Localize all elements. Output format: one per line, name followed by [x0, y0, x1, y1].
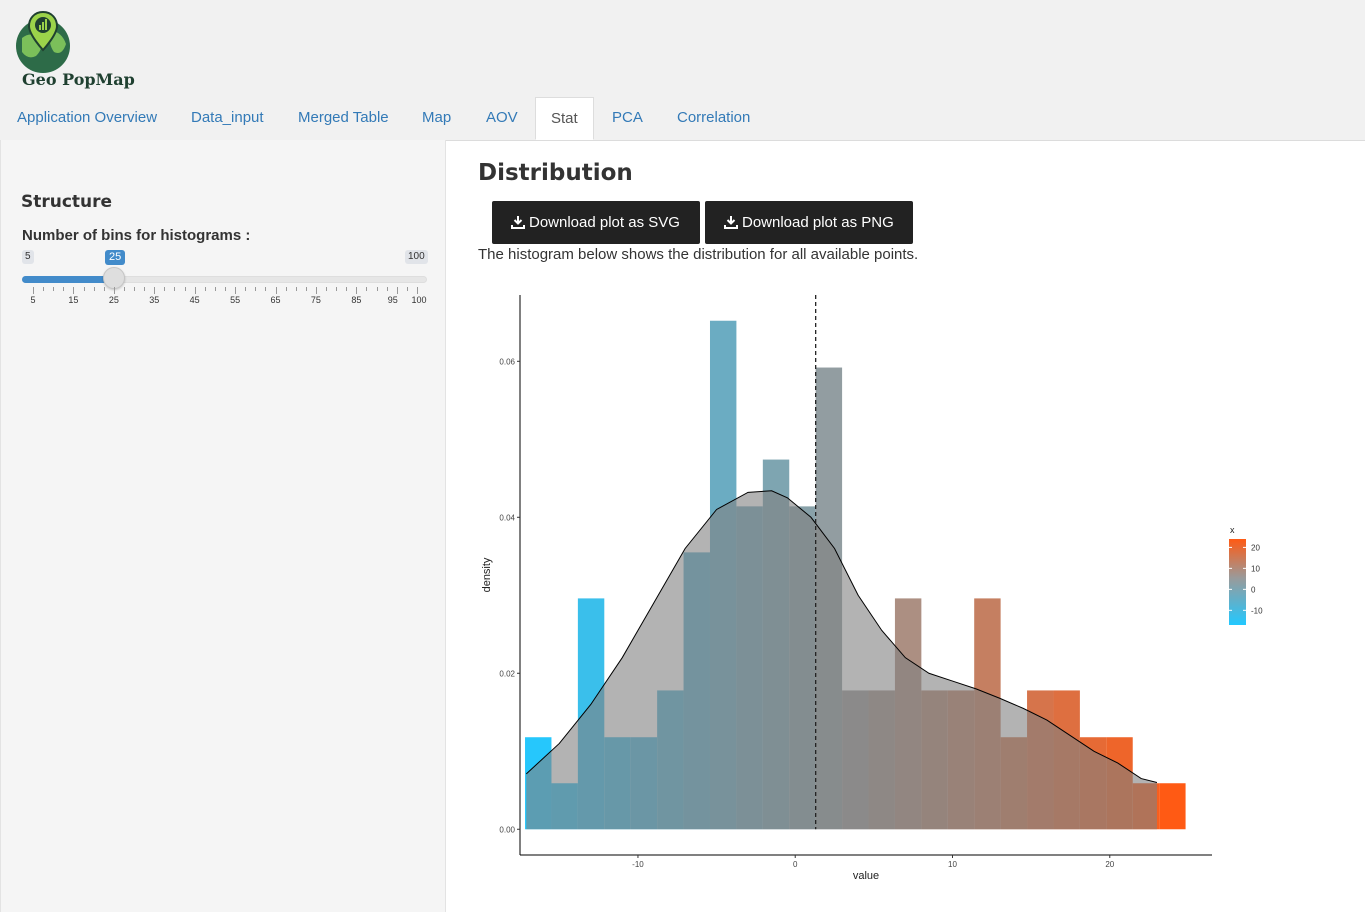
- page-title: Distribution: [478, 160, 633, 186]
- nav-tabs: Application Overview Data_input Merged T…: [0, 97, 1365, 141]
- slider-tick: [93, 287, 95, 291]
- download-png-button[interactable]: Download plot as PNG: [705, 201, 913, 244]
- slider-tick-label: 55: [230, 295, 241, 305]
- x-axis-title: value: [853, 870, 879, 882]
- legend-label: 20: [1251, 543, 1260, 552]
- download-icon: [511, 216, 525, 229]
- slider-tick: [366, 287, 368, 291]
- slider-tick: [326, 287, 328, 291]
- slider-tick: [295, 287, 297, 291]
- tab-merged-table[interactable]: Merged Table: [298, 97, 389, 139]
- download-svg-button[interactable]: Download plot as SVG: [492, 201, 700, 244]
- slider-tick-label: 25: [108, 295, 119, 305]
- sidebar-panel: Structure Number of bins for histograms …: [0, 140, 446, 912]
- slider-tick: [33, 287, 34, 294]
- slider-value-label: 25: [105, 250, 126, 265]
- slider-tick: [164, 287, 166, 291]
- slider-tick-label: 15: [68, 295, 79, 305]
- slider-tick: [275, 287, 277, 294]
- slider-tick: [396, 287, 398, 294]
- histogram-chart: 0.00 0.02 0.04 0.06 -10 0 10 20 value density x 20 1…: [481, 295, 1263, 882]
- legend-label: -10: [1251, 606, 1263, 615]
- slider-tick: [315, 287, 317, 294]
- app-header: Geo PopMap Application Overview Data_inp…: [0, 0, 1365, 141]
- slider-tick: [103, 287, 105, 291]
- slider-tick: [184, 287, 186, 291]
- slider-tick: [174, 287, 176, 291]
- download-icon: [724, 216, 738, 229]
- y-tick-label: 0.04: [499, 513, 515, 522]
- tab-map[interactable]: Map: [422, 97, 451, 139]
- y-tick-label: 0.02: [499, 669, 515, 678]
- slider-tick-label: 35: [149, 295, 160, 305]
- app-logo-text: Geo PopMap: [22, 70, 135, 89]
- x-tick-label: 0: [793, 860, 798, 869]
- slider-tick-label: 100: [411, 295, 427, 305]
- slider-tick: [245, 287, 247, 291]
- download-png-label: Download plot as PNG: [742, 214, 894, 231]
- y-axis-title: density: [481, 557, 493, 592]
- slider-tick-label: 75: [310, 295, 321, 305]
- slider-tick-label: 85: [351, 295, 362, 305]
- slider-tick: [194, 287, 196, 294]
- slider-tick: [134, 287, 136, 291]
- slider-tick-label: 5: [30, 295, 36, 305]
- slider-tick: [214, 287, 216, 291]
- slider-tick: [113, 287, 115, 294]
- slider-tick: [144, 287, 146, 291]
- legend-label: 10: [1251, 564, 1260, 573]
- slider-tick-label: 65: [270, 295, 281, 305]
- slider-tick: [204, 287, 206, 291]
- globe-pin-icon: [16, 10, 70, 73]
- slider-tick: [43, 287, 45, 291]
- slider-tick: [336, 287, 338, 291]
- legend-title: x: [1230, 525, 1235, 535]
- x-tick-label: 20: [1105, 860, 1114, 869]
- bins-slider-label: Number of bins for histograms :: [22, 227, 251, 244]
- slider-tick: [376, 287, 378, 291]
- slider-tick: [255, 287, 257, 291]
- slider-tick-label: 45: [189, 295, 200, 305]
- slider-tick: [346, 287, 348, 291]
- tab-aov[interactable]: AOV: [486, 97, 518, 139]
- slider-tick: [63, 287, 65, 291]
- tab-data-input[interactable]: Data_input: [191, 97, 264, 139]
- slider-tick: [225, 287, 226, 291]
- slider-tick: [83, 287, 85, 291]
- slider-tick: [53, 287, 55, 291]
- slider-max-label: 100: [405, 250, 428, 264]
- x-tick-label: 10: [948, 860, 957, 869]
- slider-tick: [386, 287, 388, 291]
- slider-tick: [417, 287, 418, 294]
- tab-pca[interactable]: PCA: [612, 97, 643, 139]
- bins-slider-handle[interactable]: [103, 267, 125, 289]
- x-tick-label: -10: [632, 860, 644, 869]
- sidebar-title: Structure: [21, 192, 113, 212]
- slider-tick: [73, 287, 75, 294]
- slider-tick: [356, 287, 358, 294]
- y-tick-label: 0.00: [499, 825, 515, 834]
- tab-stat[interactable]: Stat: [535, 97, 594, 140]
- slider-tick: [154, 287, 156, 294]
- tab-application-overview[interactable]: Application Overview: [17, 97, 157, 139]
- download-svg-label: Download plot as SVG: [529, 214, 680, 231]
- bins-slider-fill: [22, 276, 114, 283]
- slider-tick: [235, 287, 237, 294]
- slider-tick: [406, 287, 408, 291]
- legend-colorbar: [1229, 539, 1246, 625]
- tab-correlation[interactable]: Correlation: [677, 97, 750, 139]
- legend-label: 0: [1251, 585, 1256, 594]
- y-tick-label: 0.06: [499, 357, 515, 366]
- description-text: The histogram below shows the distributi…: [478, 246, 919, 263]
- slider-tick: [265, 287, 267, 291]
- slider-tick: [123, 287, 125, 291]
- distribution-plot: 0.00 0.02 0.04 0.06 -10 0 10 20 value density x 20 1…: [477, 287, 1277, 887]
- slider-min-label: 5: [22, 250, 34, 264]
- slider-tick: [305, 287, 307, 291]
- histogram-bar: [1159, 783, 1186, 830]
- slider-tick-label: 95: [387, 295, 398, 305]
- slider-tick: [285, 287, 287, 291]
